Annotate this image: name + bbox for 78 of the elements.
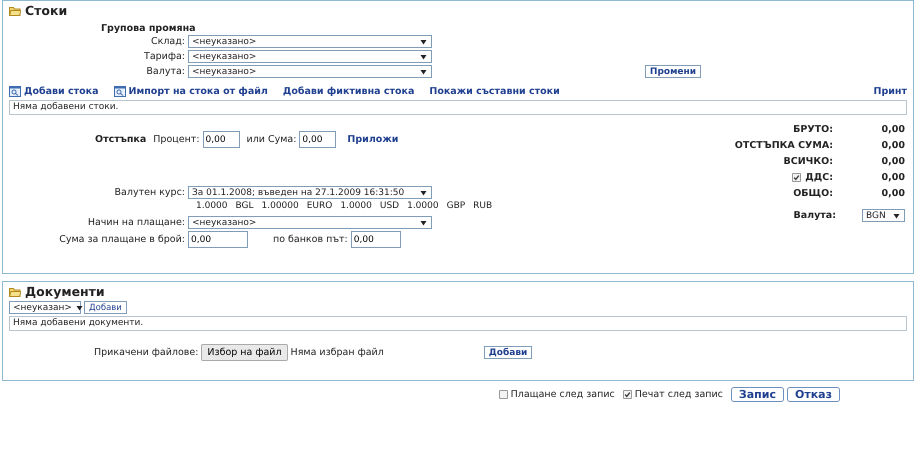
caret-icon <box>76 304 83 310</box>
currency-label: Валута: <box>793 210 836 221</box>
upload-button[interactable]: Добави <box>484 346 532 359</box>
rate-text: 1.0000 <box>340 201 372 211</box>
field-label: Склад: <box>150 36 185 47</box>
field-label: Сума за плащане в брой: <box>58 234 185 245</box>
checkbox[interactable] <box>622 390 632 399</box>
add-button[interactable]: Добави <box>84 301 127 314</box>
apply-link[interactable]: Приложи <box>347 134 398 145</box>
bank-input[interactable]: 0,00 <box>350 231 401 248</box>
caret-icon <box>420 190 427 196</box>
rate-text: GBP <box>446 201 466 211</box>
field-label: Прикачени файлове: <box>94 347 198 358</box>
field-label: или Сума: <box>246 134 296 145</box>
total-label: БРУТО: <box>792 124 833 135</box>
empty-list-message: Няма добавени стоки. <box>9 100 907 115</box>
dropdown[interactable]: <неуказано> <box>188 35 432 48</box>
caret-icon <box>420 38 427 44</box>
choose-file-button[interactable]: Избор на файл <box>201 344 288 361</box>
action-link[interactable]: Добави фиктивна стока <box>282 86 414 97</box>
total-label: ВСИЧКО: <box>782 156 833 167</box>
total-value: 0,00 <box>880 124 905 135</box>
dropdown[interactable]: <неуказано> <box>188 50 432 63</box>
rate-text: 1.0000 <box>407 201 439 211</box>
empty-list-message: Няма добавени документи. <box>9 316 907 331</box>
total-label: ОБЩО: <box>792 188 833 199</box>
check-icon <box>624 391 631 398</box>
action-link[interactable]: Добави стока <box>24 86 99 97</box>
caret-icon <box>420 220 427 226</box>
field-label: Начин на плащане: <box>86 217 185 228</box>
magnifier-icon <box>9 86 21 97</box>
form-button[interactable]: Отказ <box>786 387 840 402</box>
dropdown[interactable]: <неуказано> <box>188 65 432 78</box>
checkbox[interactable] <box>792 173 802 182</box>
field-label: Валутен курс: <box>114 187 185 198</box>
action-link[interactable]: Импорт на стока от файл <box>128 86 268 97</box>
folder-icon <box>9 286 21 296</box>
section-heading: Групова промяна <box>101 23 196 34</box>
total-value: 0,00 <box>880 140 905 151</box>
magnifier-icon <box>114 86 126 97</box>
folder-icon <box>9 4 21 16</box>
field-label: Валута: <box>145 66 185 77</box>
check-icon <box>793 174 800 181</box>
option-label: Печат след запис <box>634 389 723 400</box>
rate-text: 1.00000 <box>262 201 299 211</box>
field-label: по банков път: <box>273 234 348 245</box>
dropdown[interactable]: <неуказан> <box>9 301 81 314</box>
panel-title: Документи <box>25 284 105 298</box>
option-label: Плащане след запис <box>510 389 615 400</box>
checkbox[interactable] <box>498 390 508 399</box>
total-value: 0,00 <box>880 172 905 183</box>
rate-text: BGL <box>236 201 254 211</box>
action-link[interactable]: Покажи съставни стоки <box>429 86 560 97</box>
panel-title: Стоки <box>25 2 68 18</box>
file-status: Няма избран файл <box>290 347 384 358</box>
field-label: Тарифа: <box>143 51 185 62</box>
cash-input[interactable]: 0,00 <box>188 231 248 248</box>
dropdown[interactable]: BGN <box>862 209 905 222</box>
dropdown[interactable]: <неуказано> <box>188 216 432 229</box>
total-value: 0,00 <box>880 156 905 167</box>
apply-button[interactable]: Промени <box>644 65 702 78</box>
form-button[interactable]: Запис <box>730 387 784 402</box>
total-label: ОТСТЪПКА СУМА: <box>734 140 833 151</box>
caret-icon <box>420 68 427 74</box>
rate-text: 1.0000 <box>196 201 228 211</box>
rate-text: EURO <box>306 201 332 211</box>
field-label: Процент: <box>153 134 200 145</box>
dropdown[interactable]: За 01.1.2008; въведен на 27.1.2009 16:31:50 <box>188 186 432 199</box>
total-value: 0,00 <box>880 188 905 199</box>
print-link[interactable]: Принт <box>874 86 907 97</box>
amount-input[interactable]: 0,00 <box>299 131 336 148</box>
rate-text: USD <box>380 201 400 211</box>
percent-input[interactable]: 0,00 <box>202 131 240 148</box>
caret-icon <box>893 212 900 218</box>
rate-text: RUB <box>473 201 492 211</box>
total-label: ДДС: <box>805 172 833 183</box>
discount-label: Отстъпка <box>95 134 146 145</box>
caret-icon <box>420 54 427 60</box>
